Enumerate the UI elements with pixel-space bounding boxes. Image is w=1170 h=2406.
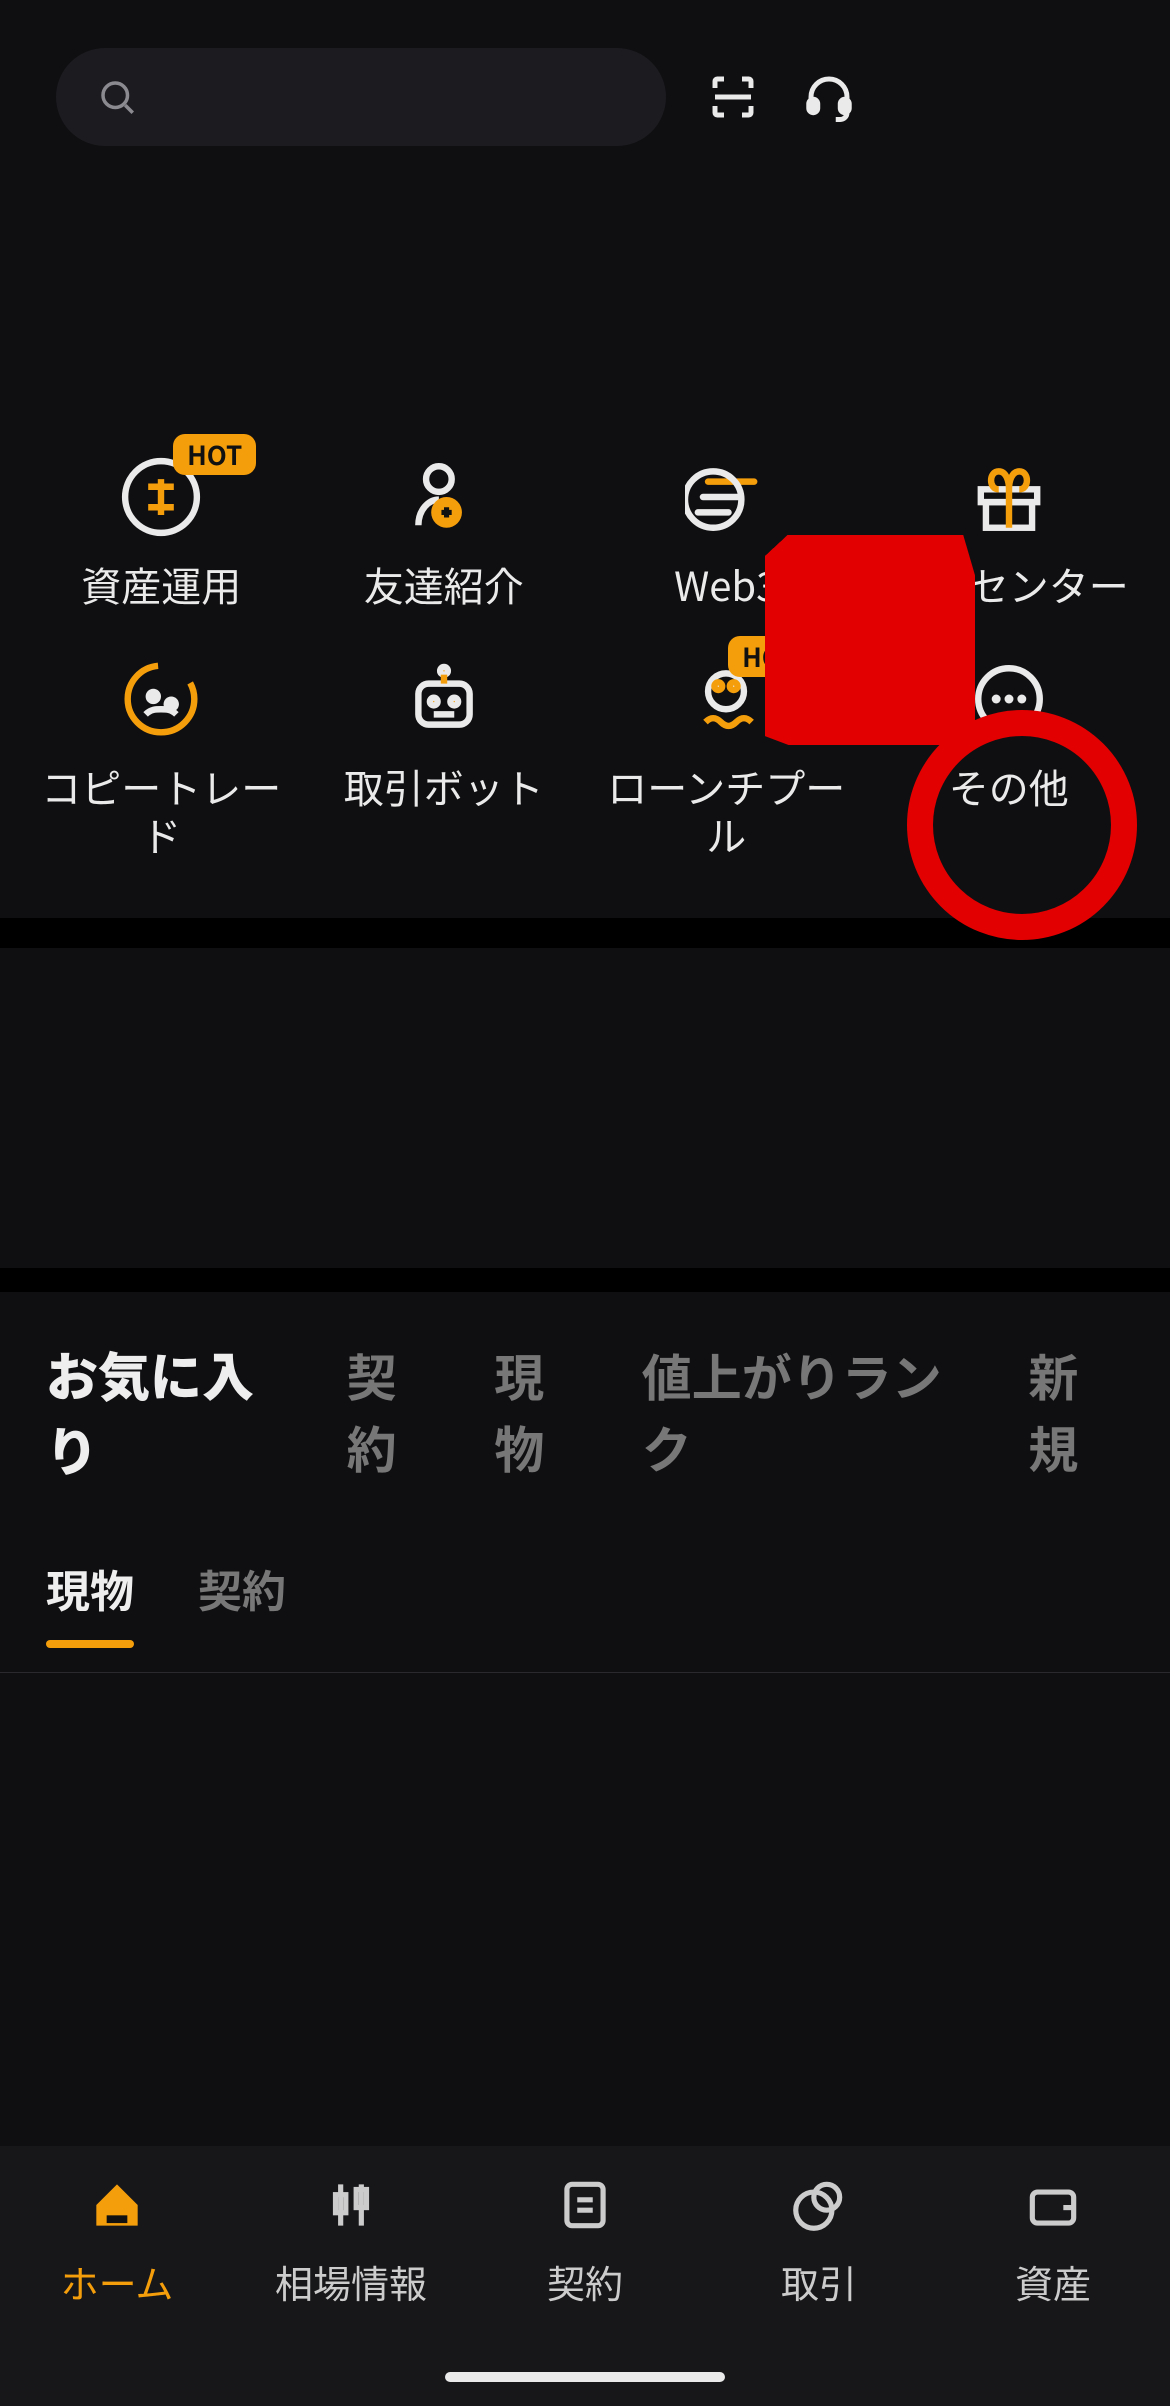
tile-more[interactable]: その他	[868, 658, 1151, 858]
search-icon	[96, 76, 138, 118]
nav-futures[interactable]: 契約	[468, 2174, 702, 2309]
candles-icon	[320, 2174, 382, 2236]
subtab-spot[interactable]: 現物	[46, 1556, 134, 1620]
tile-label: その他	[949, 762, 1069, 810]
more-icon	[968, 658, 1050, 740]
scan-button[interactable]	[704, 68, 762, 126]
quick-access-grid: HOT 資産運用 友達紹介 Web3	[0, 456, 1170, 858]
copy-trade-icon	[120, 658, 202, 740]
nav-label: 取引	[781, 2254, 857, 2309]
tab-new[interactable]: 新規	[1028, 1339, 1124, 1483]
tile-rewards-center[interactable]: 特典センター	[868, 456, 1151, 608]
nav-home[interactable]: ホーム	[0, 2174, 234, 2309]
wallet-icon	[1022, 2174, 1084, 2236]
hot-badge: HOT	[173, 434, 256, 475]
tile-trading-bot[interactable]: 取引ボット	[303, 658, 586, 858]
tile-web3[interactable]: Web3	[585, 456, 868, 608]
nav-assets[interactable]: 資産	[936, 2174, 1170, 2309]
headset-icon	[802, 70, 856, 124]
tile-label: 特典センター	[889, 560, 1129, 608]
market-tabs: お気に入り 契約 現物 値上がりランク 新規	[0, 1292, 1170, 1486]
home-indicator	[445, 2372, 725, 2382]
tab-futures[interactable]: 契約	[347, 1339, 443, 1483]
contract-icon	[554, 2174, 616, 2236]
nav-label: 資産	[1015, 2254, 1091, 2309]
nav-trade[interactable]: 取引	[702, 2174, 936, 2309]
support-button[interactable]	[800, 68, 858, 126]
launchpool-icon: HOT	[685, 658, 767, 740]
tile-label: 資産運用	[81, 560, 241, 608]
gift-icon	[968, 456, 1050, 538]
tab-gainers[interactable]: 値上がりランク	[642, 1339, 977, 1483]
hot-badge: HOT	[728, 636, 811, 677]
nav-label: 相場情報	[275, 2254, 427, 2309]
tile-label: 取引ボット	[344, 762, 544, 810]
search-input[interactable]	[56, 48, 666, 146]
tile-asset-management[interactable]: HOT 資産運用	[20, 456, 303, 608]
mid-banner	[0, 948, 1170, 1268]
scan-icon	[706, 70, 760, 124]
divider	[0, 1672, 1170, 1673]
hero-banner	[0, 146, 1170, 456]
tile-label: 友達紹介	[364, 560, 524, 608]
nav-label: 契約	[547, 2254, 623, 2309]
header	[0, 0, 1170, 146]
coin-stack-icon: HOT	[120, 456, 202, 538]
divider	[0, 918, 1170, 948]
tile-copy-trade[interactable]: コピートレー ド	[20, 658, 303, 858]
tile-label: Web3	[674, 560, 778, 608]
bottom-nav: ホーム 相場情報 契約 取引 資産	[0, 2146, 1170, 2406]
swap-icon	[788, 2174, 850, 2236]
market-subtabs: 現物 契約	[0, 1486, 1170, 1646]
tab-favorites[interactable]: お気に入り	[46, 1336, 295, 1486]
person-add-icon	[403, 456, 485, 538]
robot-icon	[403, 658, 485, 740]
web3-icon	[685, 456, 767, 538]
tile-label: ローンチプー ル	[607, 762, 845, 858]
nav-markets[interactable]: 相場情報	[234, 2174, 468, 2309]
nav-label: ホーム	[61, 2254, 174, 2309]
tile-label: コピートレー ド	[41, 762, 281, 858]
tab-spot[interactable]: 現物	[494, 1339, 590, 1483]
home-icon	[86, 2174, 148, 2236]
tile-referral[interactable]: 友達紹介	[303, 456, 586, 608]
tile-launchpool[interactable]: HOT ローンチプー ル	[585, 658, 868, 858]
divider	[0, 1268, 1170, 1292]
subtab-futures[interactable]: 契約	[198, 1556, 286, 1620]
